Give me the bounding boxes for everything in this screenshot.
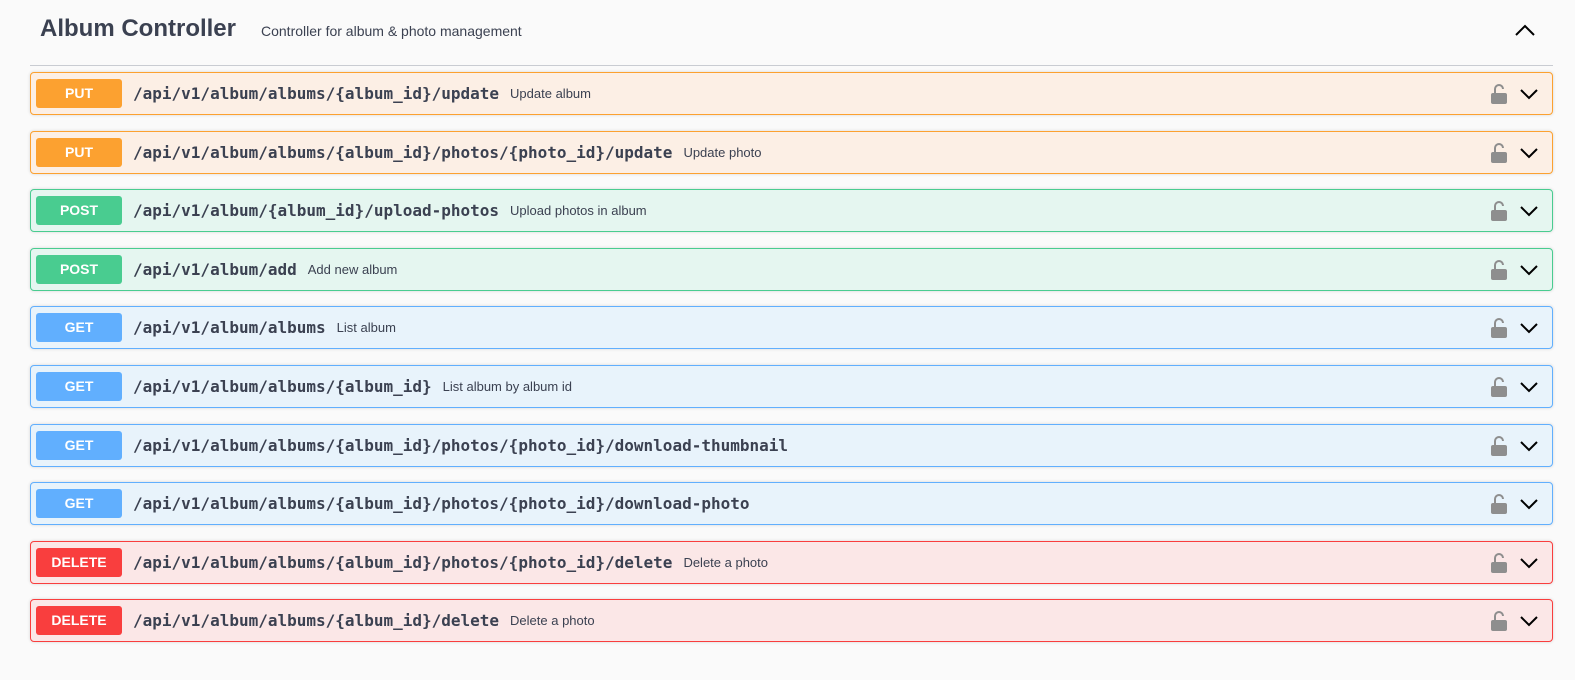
chevron-up-icon[interactable]	[1511, 17, 1539, 45]
chevron-down-icon[interactable]	[1518, 436, 1540, 456]
method-badge: GET	[36, 430, 122, 460]
operation-path: /api/v1/album/albums/{album_id}/photos/{…	[133, 142, 673, 162]
method-badge: GET	[36, 313, 122, 343]
operation-path: /api/v1/album/albums/{album_id}/update	[133, 84, 500, 103]
method-badge: PUT	[36, 79, 122, 108]
chevron-down-icon[interactable]	[1518, 494, 1540, 514]
operation-path: /api/v1/album/{album_id}/upload-photos	[133, 201, 500, 221]
operation-get-download-thumbnail[interactable]: GET /api/v1/album/albums/{album_id}/phot…	[30, 423, 1553, 467]
lock-open-icon[interactable]	[1490, 552, 1508, 574]
method-badge: POST	[36, 196, 122, 226]
operation-summary: List album	[336, 320, 396, 336]
method-badge: DELETE	[36, 547, 122, 577]
operation-path: /api/v1/album/add	[133, 259, 297, 279]
lock-open-icon[interactable]	[1490, 142, 1508, 164]
operation-get-download-photo[interactable]: GET /api/v1/album/albums/{album_id}/phot…	[30, 482, 1553, 526]
operation-summary: Update album	[510, 86, 591, 101]
lock-open-icon[interactable]	[1490, 200, 1508, 222]
tag-header[interactable]: Album Controller Controller for album & …	[30, 0, 1553, 66]
lock-open-icon[interactable]	[1490, 259, 1508, 281]
lock-open-icon[interactable]	[1490, 317, 1508, 339]
chevron-down-icon[interactable]	[1518, 318, 1540, 338]
chevron-down-icon[interactable]	[1518, 201, 1540, 221]
operation-get-album-by-id[interactable]: GET /api/v1/album/albums/{album_id} List…	[30, 364, 1553, 408]
chevron-down-icon[interactable]	[1518, 260, 1540, 280]
lock-open-icon[interactable]	[1490, 83, 1508, 105]
operation-path: /api/v1/album/albums/{album_id}/delete	[133, 611, 500, 631]
lock-open-icon[interactable]	[1490, 493, 1508, 515]
operation-path: /api/v1/album/albums	[133, 318, 326, 338]
operation-summary: Delete a photo	[683, 554, 769, 570]
operation-get-list-albums[interactable]: GET /api/v1/album/albums List album	[30, 306, 1553, 350]
operation-summary: Delete a photo	[510, 613, 595, 629]
operation-summary: Update photo	[683, 144, 762, 160]
chevron-down-icon[interactable]	[1518, 84, 1540, 104]
method-badge: GET	[36, 489, 122, 519]
operation-summary: Add new album	[307, 261, 398, 277]
method-badge: POST	[36, 254, 122, 284]
tag-title: Album Controller	[40, 15, 236, 42]
operation-delete-photo[interactable]: DELETE /api/v1/album/albums/{album_id}/p…	[30, 540, 1553, 584]
operation-delete-album[interactable]: DELETE /api/v1/album/albums/{album_id}/d…	[30, 599, 1553, 643]
operation-path: /api/v1/album/albums/{album_id}/photos/{…	[133, 552, 673, 572]
tag-description: Controller for album & photo management	[261, 23, 522, 39]
operations-list: PUT /api/v1/album/albums/{album_id}/upda…	[30, 72, 1553, 658]
chevron-down-icon[interactable]	[1518, 377, 1540, 397]
operation-post-add-album[interactable]: POST /api/v1/album/add Add new album	[30, 247, 1553, 291]
method-badge: DELETE	[36, 606, 122, 636]
method-badge: PUT	[36, 137, 122, 167]
chevron-down-icon[interactable]	[1518, 553, 1540, 573]
operation-put-update-album[interactable]: PUT /api/v1/album/albums/{album_id}/upda…	[30, 72, 1553, 115]
method-badge: GET	[36, 371, 122, 401]
operation-path: /api/v1/album/albums/{album_id}	[133, 376, 432, 396]
operation-path: /api/v1/album/albums/{album_id}/photos/{…	[133, 435, 789, 455]
lock-open-icon[interactable]	[1490, 376, 1508, 398]
lock-open-icon[interactable]	[1490, 435, 1508, 457]
operation-put-update-photo[interactable]: PUT /api/v1/album/albums/{album_id}/phot…	[30, 130, 1553, 174]
operation-summary: Upload photos in album	[510, 203, 647, 219]
operation-post-upload-photos[interactable]: POST /api/v1/album/{album_id}/upload-pho…	[30, 189, 1553, 233]
operation-path: /api/v1/album/albums/{album_id}/photos/{…	[133, 494, 750, 514]
lock-open-icon[interactable]	[1490, 610, 1508, 632]
operation-summary: List album by album id	[442, 378, 572, 394]
chevron-down-icon[interactable]	[1518, 611, 1540, 631]
chevron-down-icon[interactable]	[1518, 143, 1540, 163]
